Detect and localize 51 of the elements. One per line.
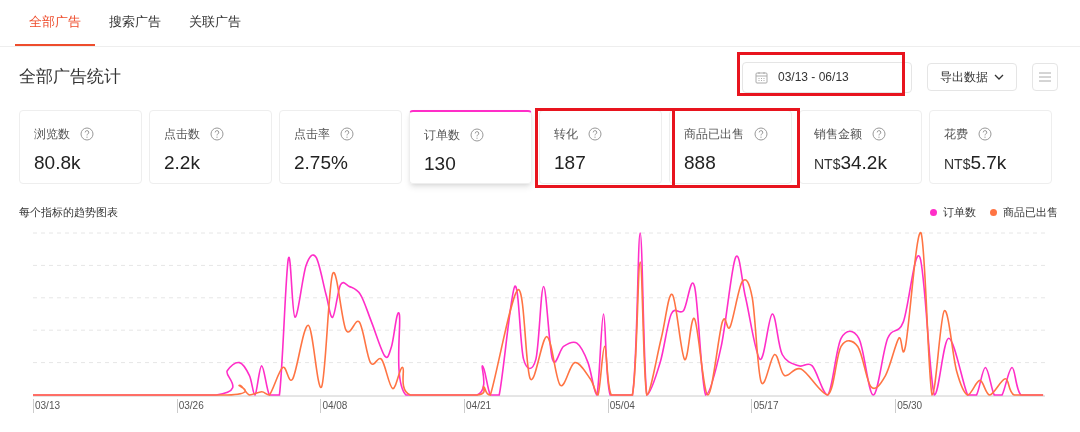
axis-label: 04/21 xyxy=(466,399,493,412)
currency-label: NT$ xyxy=(944,155,971,174)
help-icon xyxy=(978,127,992,141)
menu-button[interactable] xyxy=(1032,63,1058,91)
metric-label: 订单数 xyxy=(424,127,460,144)
chevron-down-icon xyxy=(994,74,1004,80)
metric-label: 点击数 xyxy=(164,126,200,143)
help-icon xyxy=(588,127,602,141)
metric-card[interactable]: 浏览数 80.8k xyxy=(19,110,142,184)
help-icon xyxy=(754,127,768,141)
metric-label: 点击率 xyxy=(294,126,330,143)
metric-value: 2.2k xyxy=(164,151,200,175)
help-icon xyxy=(210,127,224,141)
calendar-icon xyxy=(755,70,768,84)
metric-label: 花费 xyxy=(944,126,968,143)
axis-label: 05/17 xyxy=(753,399,780,412)
metric-value: 888 xyxy=(684,151,716,175)
date-range-field[interactable]: 03/13 - 06/13 xyxy=(742,61,912,93)
metric-label: 转化 xyxy=(554,126,578,143)
metric-label: 商品已出售 xyxy=(684,126,744,143)
metric-value: 130 xyxy=(424,152,456,176)
axis-label: 04/08 xyxy=(322,399,349,412)
help-icon xyxy=(80,127,94,141)
axis-label: 03/26 xyxy=(178,399,205,412)
metric-value: 2.75% xyxy=(294,151,348,175)
legend-label: 商品已出售 xyxy=(1003,205,1058,220)
help-icon xyxy=(470,128,484,142)
metric-value: 187 xyxy=(554,151,586,175)
legend-label: 订单数 xyxy=(943,205,976,220)
tab[interactable]: 搜索广告 xyxy=(95,0,175,46)
metric-value: 80.8k xyxy=(34,151,81,175)
axis-label: 05/04 xyxy=(609,399,636,412)
help-icon xyxy=(340,127,354,141)
currency-label: NT$ xyxy=(814,155,841,174)
metric-card[interactable]: 订单数 130 xyxy=(409,110,532,184)
metric-value: 5.7k xyxy=(970,151,1007,175)
metric-card[interactable]: 花费 NT$5.7k xyxy=(929,110,1052,184)
axis-label: 05/30 xyxy=(897,399,924,412)
chart-title: 每个指标的趋势图表 xyxy=(19,205,118,220)
tab[interactable]: 全部广告 xyxy=(15,0,95,46)
axis-label: 03/13 xyxy=(35,399,62,412)
metric-label: 浏览数 xyxy=(34,126,70,143)
metric-value: 34.2k xyxy=(840,151,887,175)
tab[interactable]: 关联广告 xyxy=(175,0,255,46)
metric-card[interactable]: 点击率 2.75% xyxy=(279,110,402,184)
metric-label: 销售金额 xyxy=(814,126,862,143)
menu-icon xyxy=(1039,72,1051,82)
section-title: 全部广告统计 xyxy=(19,66,121,89)
help-icon xyxy=(872,127,886,141)
metric-card[interactable]: 点击数 2.2k xyxy=(149,110,272,184)
export-button[interactable]: 导出数据 xyxy=(927,63,1017,91)
